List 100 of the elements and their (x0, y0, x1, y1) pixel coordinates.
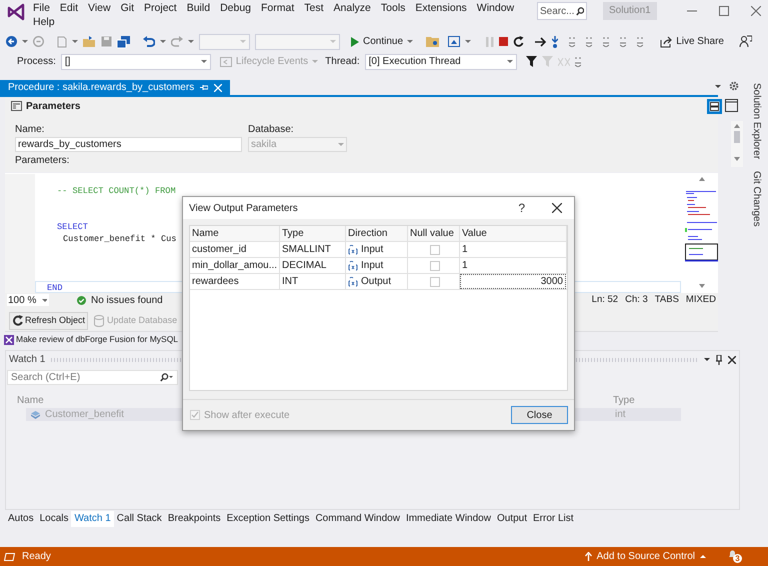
close-icon[interactable] (728, 356, 736, 364)
checkbox[interactable] (430, 260, 440, 270)
check-icon (191, 411, 199, 419)
menu-item[interactable]: Format (256, 1, 300, 15)
close-icon[interactable] (552, 203, 562, 213)
arrow-right-icon[interactable] (535, 36, 548, 46)
bottom-tab[interactable]: Exception Settings (224, 511, 312, 527)
stop-icon[interactable] (499, 37, 508, 46)
scroll-down-icon[interactable] (698, 284, 704, 288)
menu-item[interactable]: Build (182, 1, 216, 15)
bottom-tab[interactable]: Immediate Window (402, 511, 494, 527)
feedback-icon[interactable] (739, 35, 752, 48)
screenshot-icon[interactable] (448, 36, 460, 47)
play-icon (351, 36, 359, 46)
caret-icon (42, 298, 47, 302)
table-cell-text: rewardees (192, 275, 239, 289)
code-line: -- SELECT COUNT(*) FROM (57, 186, 176, 196)
maximize-icon[interactable] (718, 6, 729, 16)
notification-text[interactable]: Make review of dbForge Fusion for MySQL (16, 333, 178, 346)
open-folder-icon[interactable] (83, 36, 96, 47)
single-view-icon[interactable] (725, 99, 738, 112)
menu-item[interactable]: Tools (376, 1, 410, 15)
process-dropdown[interactable]: [] (60, 54, 211, 70)
folder-icon[interactable] (426, 36, 440, 47)
bottom-tab[interactable]: Command Window (312, 511, 403, 527)
bell-icon[interactable] (728, 550, 737, 558)
settings-icon[interactable] (729, 81, 739, 91)
menu-item[interactable]: View (83, 1, 116, 15)
live-share-button[interactable]: Live Share (660, 34, 724, 50)
checkbox-label: Show after execute (204, 408, 290, 422)
menu-item[interactable]: File (28, 1, 55, 15)
menu-item[interactable]: Analyze (328, 1, 376, 15)
table-cell-text: DECIMAL (282, 259, 326, 273)
value-input[interactable]: 3000 (460, 274, 566, 289)
overflow-icon[interactable] (586, 36, 592, 46)
code-line: END (47, 283, 62, 294)
table-cell-text: customer_id (192, 243, 246, 257)
parameter-icon (348, 276, 358, 286)
code-line: Customer_benefit * Cus (63, 234, 176, 244)
bottom-tab[interactable]: Watch 1 (71, 511, 114, 527)
name-input[interactable]: rewards_by_customers (15, 137, 242, 152)
menu-item[interactable]: Git (116, 1, 140, 15)
menu-item[interactable]: Window (472, 1, 520, 15)
scroll-up-icon[interactable] (698, 177, 704, 182)
thread-label: Thread: (325, 55, 360, 69)
product-icon (4, 334, 14, 345)
scrollbar[interactable] (731, 121, 743, 167)
side-tab[interactable]: Git Changes (749, 171, 764, 227)
restart-icon[interactable] (513, 36, 524, 47)
zoom-dropdown[interactable]: 100 % (7, 294, 49, 306)
overflow-icon[interactable] (620, 36, 626, 46)
overflow-icon[interactable] (569, 36, 576, 46)
search-icon (160, 373, 174, 382)
menu-item[interactable]: Extensions (410, 1, 472, 15)
menu-item[interactable]: Project (139, 1, 182, 15)
caret-icon[interactable] (715, 84, 721, 88)
menu-item[interactable]: Help (28, 15, 60, 29)
column-header: Name (190, 226, 280, 242)
bottom-tab[interactable]: Locals (36, 511, 72, 527)
split-view-icon[interactable] (707, 99, 722, 114)
close-button[interactable]: Close (511, 406, 568, 424)
back-arrow-icon[interactable] (6, 36, 17, 47)
bottom-tab[interactable]: Breakpoints (164, 511, 224, 527)
checkbox[interactable] (430, 244, 440, 254)
overflow-icon[interactable] (574, 56, 581, 66)
source-control-button[interactable]: Add to Source Control (584, 547, 706, 566)
parameter-icon (348, 260, 358, 270)
scroll-thumb[interactable] (734, 131, 740, 143)
bottom-tab[interactable]: Output (494, 511, 530, 527)
thread-dropdown[interactable]: [0] Execution Thread (364, 54, 517, 70)
filter-icon[interactable] (526, 56, 537, 67)
overflow-icon[interactable] (603, 36, 610, 46)
column-header: Direction (346, 226, 408, 242)
toolbar-button[interactable]: Refresh Object (9, 312, 88, 330)
checkbox[interactable] (430, 276, 440, 286)
search-field[interactable]: Searc... (537, 2, 587, 20)
overflow-icon[interactable] (637, 36, 644, 46)
search-field[interactable]: Search (Ctrl+E) (7, 370, 178, 386)
caret-icon (200, 60, 207, 63)
step-into-icon[interactable] (552, 36, 558, 48)
solution-name: Solution1 (603, 2, 657, 20)
table-cell-text: Input (361, 243, 384, 257)
caret-icon (338, 143, 344, 146)
continue-button[interactable]: Continue (349, 34, 416, 50)
menu-item[interactable]: Edit (54, 1, 84, 15)
table-cell-text: SMALLINT (282, 243, 331, 257)
document-tab[interactable]: Procedure : sakila.rewards_by_customers (0, 80, 230, 95)
pin-icon[interactable] (716, 354, 722, 365)
bottom-tab[interactable]: Call Stack (114, 511, 165, 527)
caret-icon[interactable] (704, 358, 710, 362)
help-button[interactable]: ? (518, 199, 525, 217)
save-all-icon[interactable] (117, 36, 130, 48)
bottom-tab[interactable]: Error List (530, 511, 577, 527)
panel-title: Watch 1 (9, 353, 46, 368)
bottom-tab[interactable]: Autos (5, 511, 37, 527)
table-cell: int (613, 408, 681, 422)
side-tab[interactable]: Solution Explorer (749, 83, 764, 160)
menu-item[interactable]: Test (299, 1, 329, 15)
menu-item[interactable]: Debug (215, 1, 256, 15)
undo-icon[interactable] (143, 36, 155, 47)
